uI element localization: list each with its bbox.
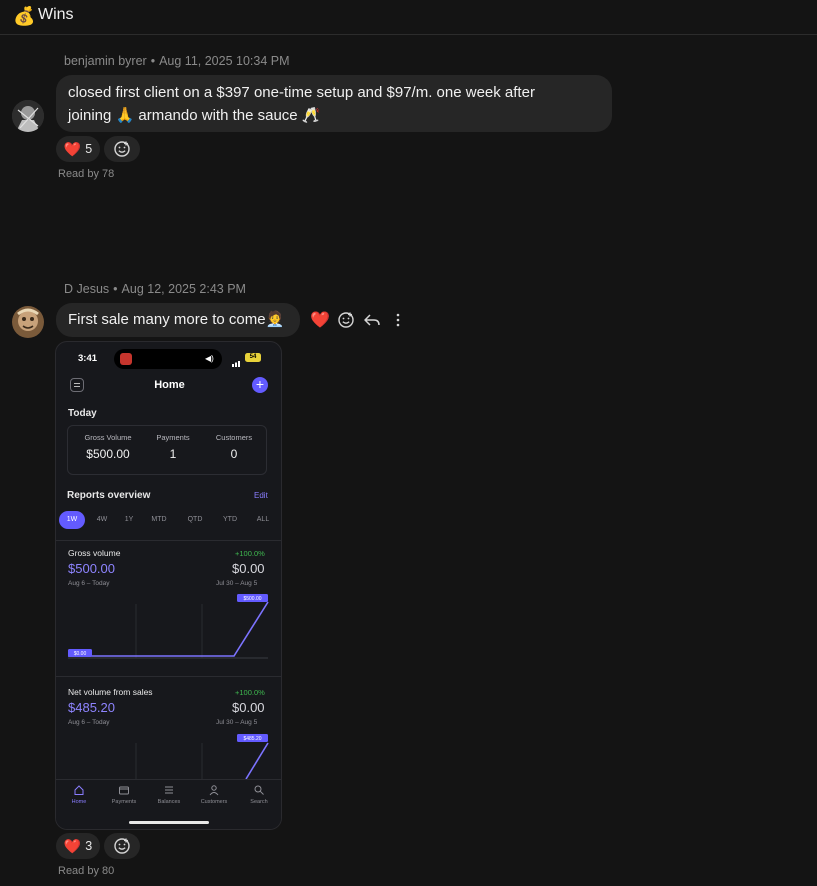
search-icon: [254, 785, 264, 795]
nav-search[interactable]: Search: [239, 779, 279, 805]
message-text: First sale many more to come🧑‍💼: [68, 311, 285, 328]
divider: [56, 540, 281, 541]
channel-name[interactable]: Wins: [38, 6, 74, 24]
phone-time: 3:41: [78, 353, 98, 364]
tab-ytd[interactable]: YTD: [217, 511, 243, 529]
chart-current-value: $500.00: [68, 561, 115, 576]
read-receipt: Read by 80: [58, 865, 115, 877]
add-icon[interactable]: +: [252, 377, 268, 393]
nav-balances[interactable]: Balances: [149, 779, 189, 805]
author-name[interactable]: benjamin byrer: [64, 54, 147, 68]
balances-icon: [165, 786, 173, 794]
author-name[interactable]: D Jesus: [64, 282, 109, 296]
add-reaction-icon: [114, 141, 130, 157]
attachment-image[interactable]: 3:41 ◀) 54 Home + Today Gross Volume $50…: [55, 341, 282, 830]
chart-current-range: Aug 6 – Today: [68, 719, 110, 726]
chart-previous-value: $0.00: [232, 561, 265, 576]
chart-current-range: Aug 6 – Today: [68, 580, 110, 587]
more-icon[interactable]: [385, 311, 411, 329]
message-timestamp: Aug 11, 2025 10:34 PM: [159, 54, 290, 68]
reports-title: Reports overview: [67, 490, 151, 501]
avatar[interactable]: [12, 100, 44, 132]
phone-page-title: Home: [154, 379, 185, 391]
battery-level: 54: [245, 353, 261, 362]
heart-icon[interactable]: ❤️: [307, 310, 333, 330]
nav-home[interactable]: Home: [59, 779, 99, 805]
heart-icon: ❤️: [63, 837, 82, 854]
add-reaction-button[interactable]: [104, 833, 140, 859]
today-stats-card: Gross Volume $500.00 Payments 1 Customer…: [67, 425, 267, 475]
heart-icon: ❤️: [63, 140, 82, 157]
home-indicator: [129, 821, 209, 824]
add-reaction-icon: [114, 838, 130, 854]
message-meta: D Jesus • Aug 12, 2025 2:43 PM: [64, 282, 246, 296]
tab-mtd[interactable]: MTD: [146, 511, 172, 529]
add-reaction-icon[interactable]: [333, 311, 359, 329]
chart-change: +100.0%: [235, 688, 265, 697]
chart-end-label: $500.00: [243, 596, 261, 602]
net-volume-chart: $485.20: [135, 734, 269, 779]
wallet-icon: [119, 786, 129, 795]
tab-4w[interactable]: 4W: [90, 511, 114, 529]
heart-reaction[interactable]: ❤️ 3: [56, 833, 100, 859]
message-bubble[interactable]: First sale many more to come🧑‍💼: [56, 303, 300, 337]
today-label: Today: [68, 408, 97, 419]
reply-icon[interactable]: [359, 311, 385, 329]
reaction-count: 5: [85, 142, 93, 156]
stat-customers: Customers 0: [215, 433, 253, 461]
divider: [56, 676, 281, 677]
chart-change: +100.0%: [235, 549, 265, 558]
chart-end-label: $485.20: [243, 736, 261, 742]
nav-payments[interactable]: Payments: [104, 779, 144, 805]
stat-payments: Payments 1: [156, 433, 190, 461]
nav-customers[interactable]: Customers: [194, 779, 234, 805]
chart-title: Net volume from sales: [68, 687, 153, 697]
heart-reaction[interactable]: ❤️ 5: [56, 136, 100, 162]
chart-previous-value: $0.00: [232, 700, 265, 715]
chart-start-label: $0.00: [74, 651, 87, 657]
message-bubble[interactable]: closed first client on a $397 one-time s…: [56, 75, 612, 132]
money-bag-icon: 💰: [13, 6, 36, 26]
range-tabs: 1W 4W 1Y MTD QTD YTD ALL: [56, 511, 281, 529]
message-text-line: closed first client on a $397 one-time s…: [68, 84, 535, 101]
read-receipt: Read by 78: [58, 168, 115, 180]
tab-1y[interactable]: 1Y: [118, 511, 140, 529]
message-text-line: joining 🙏 armando with the sauce 🥂: [68, 107, 321, 124]
message-meta: benjamin byrer • Aug 11, 2025 10:34 PM: [64, 54, 290, 68]
channel-header: 💰 Wins: [0, 0, 817, 35]
message-timestamp: Aug 12, 2025 2:43 PM: [121, 282, 246, 296]
message-actions: ❤️: [307, 310, 411, 330]
chart-previous-range: Jul 30 – Aug 5: [216, 580, 258, 587]
chart-title: Gross volume: [68, 548, 121, 558]
signal-icon: [232, 354, 242, 367]
edit-link[interactable]: Edit: [254, 491, 268, 500]
dynamic-island: ◀): [114, 349, 222, 369]
home-icon: [74, 785, 84, 795]
stat-gross-volume: Gross Volume $500.00: [84, 433, 132, 461]
tab-1w[interactable]: 1W: [59, 511, 85, 529]
reaction-count: 3: [85, 839, 93, 853]
chart-previous-range: Jul 30 – Aug 5: [216, 719, 258, 726]
tab-all[interactable]: ALL: [251, 511, 275, 529]
person-icon: [209, 785, 219, 796]
chart-current-value: $485.20: [68, 700, 115, 715]
gross-volume-chart: $0.00 $500.00: [68, 594, 269, 659]
phone-bottom-nav: Home Payments Balances Customers Search: [56, 779, 281, 809]
add-reaction-button[interactable]: [104, 136, 140, 162]
tab-qtd[interactable]: QTD: [182, 511, 208, 529]
avatar[interactable]: [12, 306, 44, 338]
